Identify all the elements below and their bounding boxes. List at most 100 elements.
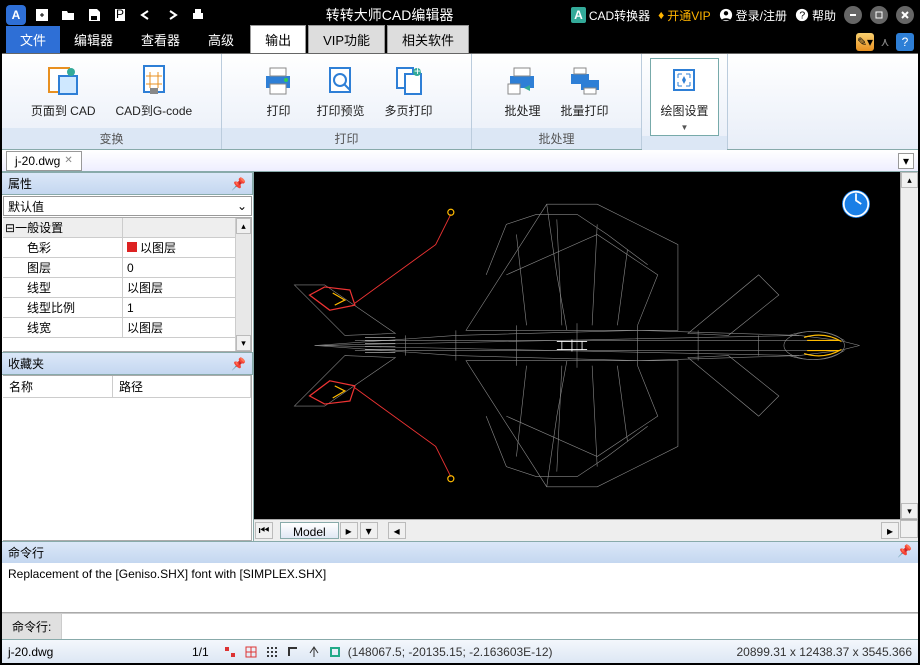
scroll-corner	[900, 520, 918, 538]
ribbon-group-convert: 变换	[2, 128, 221, 149]
close-button[interactable]	[896, 6, 914, 24]
app-title: 转转大师CAD编辑器	[214, 5, 565, 25]
undo-icon[interactable]	[136, 5, 156, 25]
grid-toggle-icon[interactable]	[242, 643, 260, 661]
prop-group-general[interactable]: ⊟ 一般设置	[3, 218, 235, 238]
svg-text:PDF: PDF	[116, 7, 128, 21]
favorites-col-name[interactable]: 名称	[3, 376, 113, 397]
command-header[interactable]: 命令行📌	[2, 542, 918, 563]
document-tab[interactable]: j-20.dwg✕	[6, 151, 82, 171]
prop-row-color[interactable]: 色彩以图层	[3, 238, 235, 258]
page-to-cad-icon	[45, 62, 81, 98]
maximize-button[interactable]	[870, 6, 888, 24]
prop-row-lweight[interactable]: 线宽以图层	[3, 318, 235, 338]
left-panels: 属性📌 默认值⌄ ⊟ 一般设置 色彩以图层 图层0 线型以图层 线型比例1 线宽…	[2, 172, 254, 541]
ribbon: 页面到 CAD CAD到G-code 变换 打印 打印预览 + 多页打印 打印	[2, 54, 918, 150]
help-icon[interactable]: ?	[896, 33, 914, 51]
prop-row-ltscale[interactable]: 线型比例1	[3, 298, 235, 318]
osnap-icon[interactable]	[326, 643, 344, 661]
workspace: 属性📌 默认值⌄ ⊟ 一般设置 色彩以图层 图层0 线型以图层 线型比例1 线宽…	[2, 172, 918, 541]
horizontal-scrollbar[interactable]	[407, 522, 880, 539]
polar-icon[interactable]	[305, 643, 323, 661]
menu-related[interactable]: 相关软件	[387, 25, 469, 53]
help-link[interactable]: ?帮助	[795, 7, 836, 24]
chevron-down-icon: ⌄	[237, 199, 247, 213]
cad-to-gcode-icon	[136, 62, 172, 98]
vertical-scrollbar[interactable]: ▴ ▾	[900, 172, 918, 519]
cad-to-gcode-button[interactable]: CAD到G-code	[105, 58, 202, 128]
command-output: Replacement of the [Geniso.SHX] font wit…	[2, 563, 918, 613]
command-panel: 命令行📌 Replacement of the [Geniso.SHX] fon…	[2, 541, 918, 639]
menubar: 文件 编辑器 查看器 高级 输出 VIP功能 相关软件 ✎▾ ⋏ ?	[2, 28, 918, 54]
command-input[interactable]	[62, 614, 918, 639]
scroll-left-icon[interactable]: ◂	[388, 522, 406, 539]
pin-icon[interactable]: 📌	[231, 177, 246, 191]
cad-converter-link[interactable]: ACAD转换器	[571, 7, 650, 24]
menu-vip[interactable]: VIP功能	[308, 25, 385, 53]
page-to-cad-button[interactable]: 页面到 CAD	[21, 58, 106, 128]
multi-print-icon: +	[391, 62, 427, 98]
properties-panel: 属性📌 默认值⌄ ⊟ 一般设置 色彩以图层 图层0 线型以图层 线型比例1 线宽…	[2, 172, 253, 352]
menu-viewer[interactable]: 查看器	[127, 26, 194, 53]
multi-print-button[interactable]: + 多页打印	[375, 58, 443, 128]
printer-icon	[260, 62, 296, 98]
batch-icon	[504, 62, 540, 98]
scroll-up-icon[interactable]: ▴	[901, 172, 918, 188]
pin-icon[interactable]: 📌	[231, 357, 246, 371]
bottom-tab-bar: ⏮ Model ▸ ▾ ◂ ▸	[254, 519, 918, 541]
ribbon-group-print: 打印	[222, 128, 471, 149]
print-icon[interactable]	[188, 5, 208, 25]
favorites-header[interactable]: 收藏夹📌	[2, 352, 253, 375]
favorites-columns: 名称 路径	[3, 376, 251, 398]
prop-row-linetype[interactable]: 线型以图层	[3, 278, 235, 298]
scroll-right-icon[interactable]: ▸	[881, 522, 899, 539]
minimize-button[interactable]	[844, 6, 862, 24]
open-icon[interactable]	[58, 5, 78, 25]
drawing-canvas[interactable]	[254, 172, 900, 519]
ortho-icon[interactable]	[284, 643, 302, 661]
property-scope-select[interactable]: 默认值⌄	[3, 196, 252, 216]
vip-link[interactable]: ♦ 开通VIP	[658, 7, 710, 24]
print-preview-button[interactable]: 打印预览	[306, 58, 374, 128]
menu-output[interactable]: 输出	[250, 25, 306, 53]
model-tab[interactable]: Model	[280, 522, 339, 539]
properties-scrollbar[interactable]: ▴ ▾	[235, 218, 251, 351]
properties-header[interactable]: 属性📌	[2, 172, 253, 195]
batch-button[interactable]: 批处理	[494, 58, 550, 128]
favorites-panel: 收藏夹📌 名称 路径	[2, 352, 253, 541]
print-preview-icon	[322, 62, 358, 98]
print-button[interactable]: 打印	[250, 58, 306, 128]
menu-editor[interactable]: 编辑器	[60, 26, 127, 53]
plot-settings-button[interactable]: 绘图设置 ▼	[650, 58, 718, 136]
pin-icon[interactable]: 📌	[897, 544, 912, 561]
collapse-ribbon-icon[interactable]: ⋏	[876, 33, 894, 51]
scroll-up-icon[interactable]: ▴	[236, 218, 251, 234]
svg-text:?: ?	[799, 10, 805, 22]
statusbar: j-20.dwg 1/1 (148067.5; -20135.15; -2.16…	[2, 639, 918, 663]
status-dimensions: 20899.31 x 12438.37 x 3545.366	[737, 645, 913, 659]
tabs-dropdown-icon[interactable]: ▾	[898, 153, 914, 169]
snap-toggle-icon[interactable]	[221, 643, 239, 661]
batch-print-button[interactable]: 批量打印	[551, 58, 619, 128]
scroll-down-icon[interactable]: ▾	[236, 335, 251, 351]
redo-icon[interactable]	[162, 5, 182, 25]
save-icon[interactable]	[84, 5, 104, 25]
menu-advanced[interactable]: 高级	[194, 26, 248, 53]
prop-row-layer[interactable]: 图层0	[3, 258, 235, 278]
svg-text:+: +	[414, 64, 421, 78]
grid-dots-icon[interactable]	[263, 643, 281, 661]
login-link[interactable]: 登录/注册	[719, 7, 787, 24]
pdf-icon[interactable]: PDF	[110, 5, 130, 25]
tab-nav-first-icon[interactable]: ⏮	[255, 522, 273, 539]
scroll-down-icon[interactable]: ▾	[901, 503, 918, 519]
tab-dropdown-icon[interactable]: ▾	[360, 522, 378, 539]
menu-file[interactable]: 文件	[6, 26, 60, 53]
command-label: 命令行:	[2, 614, 62, 639]
view-cube-icon[interactable]	[842, 190, 870, 218]
style-icon[interactable]: ✎▾	[856, 33, 874, 51]
app-logo-icon: A	[6, 5, 26, 25]
tab-nav-next-icon[interactable]: ▸	[340, 522, 358, 539]
favorites-col-path[interactable]: 路径	[113, 376, 251, 397]
close-tab-icon[interactable]: ✕	[64, 155, 72, 166]
new-icon[interactable]	[32, 5, 52, 25]
